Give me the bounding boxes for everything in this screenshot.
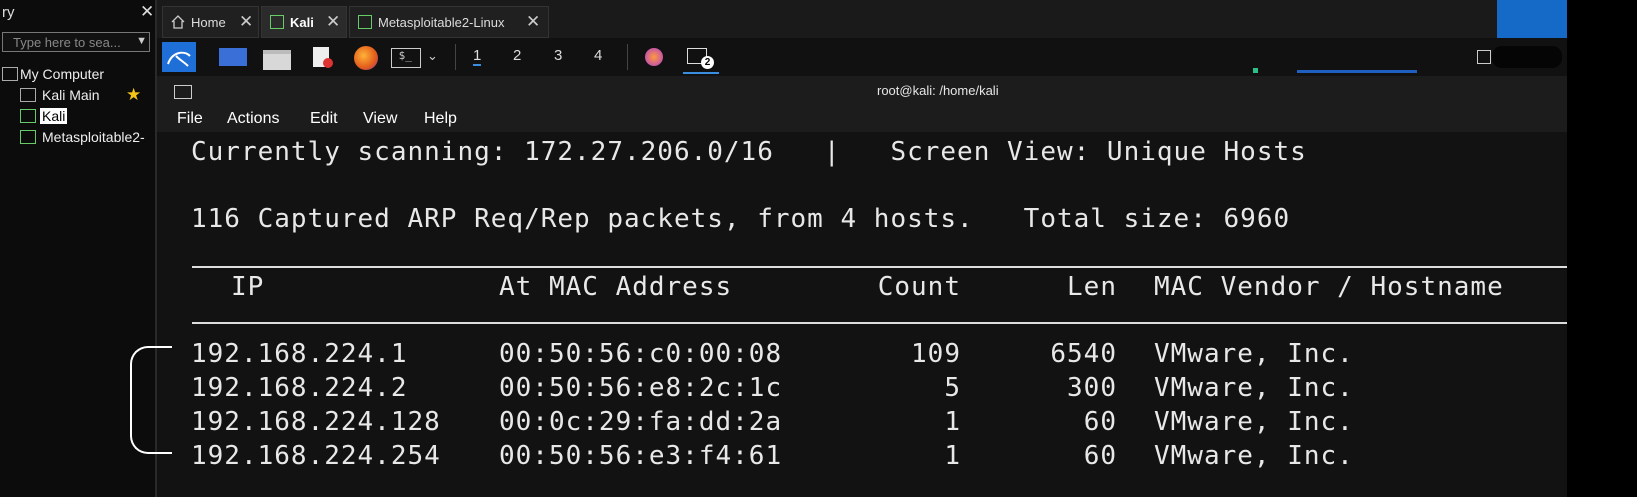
chevron-down-icon[interactable]: ▼ <box>136 35 147 47</box>
tree-item-metasploitable[interactable]: Metasploitable2- <box>0 127 155 148</box>
terminal-title: root@kali: /home/kali <box>877 83 999 98</box>
tree-item-label: Kali Main <box>42 87 100 103</box>
row-mac: 00:50:56:e3:f4:61 <box>499 441 783 471</box>
tab-kali[interactable]: Kali ✕ <box>261 6 347 38</box>
terminal-icon <box>174 85 192 99</box>
table-divider-top <box>192 266 1567 268</box>
tab-label: Home <box>191 15 226 30</box>
menu-edit[interactable]: Edit <box>310 110 338 128</box>
row-ip: 192.168.224.254 <box>191 441 441 471</box>
tree-item-my-computer[interactable]: My Computer <box>0 64 155 85</box>
library-tree: My Computer Kali Main ★ Kali Metasploita… <box>0 64 155 148</box>
row-ip: 192.168.224.1 <box>191 339 408 369</box>
library-search-input[interactable]: Type here to sea... ▼ <box>2 32 150 52</box>
workspace-2[interactable]: 2 <box>513 47 521 64</box>
terminal-icon[interactable]: $_ <box>389 42 423 72</box>
row-mac: 00:50:56:c0:00:08 <box>499 339 783 369</box>
menu-file[interactable]: File <box>177 110 203 128</box>
window-corner-accent <box>1497 0 1567 40</box>
tree-item-kali-main[interactable]: Kali Main ★ <box>0 85 155 106</box>
workspace-3[interactable]: 3 <box>554 47 562 64</box>
text-editor-icon[interactable] <box>307 42 337 72</box>
home-icon <box>171 15 185 29</box>
column-header-count: Count <box>877 272 961 302</box>
tab-label: Kali <box>290 15 314 30</box>
desktop-icon[interactable] <box>217 42 249 72</box>
tab-home[interactable]: Home ✕ <box>162 6 259 38</box>
vm-running-icon <box>20 130 36 144</box>
tree-item-kali[interactable]: Kali <box>0 106 155 127</box>
terminal-window: root@kali: /home/kali File Actions Edit … <box>157 76 1567 497</box>
column-header-mac: At MAC Address <box>499 272 733 302</box>
row-vendor: VMware, Inc. <box>1154 407 1354 437</box>
row-count: 1 <box>944 407 961 437</box>
scanning-status-line: Currently scanning: 172.27.206.0/16 | Sc… <box>191 137 1307 167</box>
table-divider-bottom <box>192 322 1567 324</box>
column-header-ip: IP <box>231 272 265 302</box>
monitor-icon[interactable] <box>1477 50 1491 64</box>
row-vendor: VMware, Inc. <box>1154 373 1354 403</box>
vm-running-icon <box>270 15 284 29</box>
workspace-4[interactable]: 4 <box>594 47 602 64</box>
captured-summary-line: 116 Captured ARP Req/Rep packets, from 4… <box>191 204 1291 234</box>
row-count: 1 <box>944 441 961 471</box>
tray-icons <box>1492 46 1562 68</box>
tree-item-label: Metasploitable2- <box>42 129 145 145</box>
annotation-bracket <box>130 346 172 454</box>
tab-label: Metasploitable2-Linux <box>378 15 505 30</box>
search-placeholder: Type here to sea... <box>13 35 121 50</box>
chevron-down-icon[interactable]: ⌄ <box>427 48 438 64</box>
terminal-titlebar: root@kali: /home/kali <box>157 76 1567 104</box>
star-icon[interactable]: ★ <box>126 85 141 105</box>
tree-item-label: Kali <box>40 108 68 124</box>
row-ip: 192.168.224.128 <box>191 407 441 437</box>
firefox-icon[interactable] <box>351 42 381 72</box>
vm-icon <box>20 88 36 102</box>
kali-taskbar: $_ ⌄ 1 2 3 4 2 <box>157 38 1567 76</box>
terminal-screen[interactable]: Currently scanning: 172.27.206.0/16 | Sc… <box>157 132 1567 497</box>
file-manager-icon[interactable] <box>261 42 293 72</box>
row-len: 60 <box>1083 407 1117 437</box>
row-mac: 00:0c:29:fa:dd:2a <box>499 407 783 437</box>
tree-item-label: My Computer <box>20 66 105 82</box>
divider <box>455 44 456 70</box>
row-vendor: VMware, Inc. <box>1154 339 1354 369</box>
vm-tab-bar: Home ✕ Kali ✕ Metasploitable2-Linux ✕ <box>157 0 1497 38</box>
row-count: 5 <box>944 373 961 403</box>
row-ip: 192.168.224.2 <box>191 373 408 403</box>
menu-view[interactable]: View <box>363 110 397 128</box>
network-graph-indicator <box>1297 70 1417 73</box>
vm-running-icon <box>20 109 36 123</box>
row-count: 109 <box>911 339 961 369</box>
column-header-vendor: MAC Vendor / Hostname <box>1154 272 1504 302</box>
divider <box>627 44 628 70</box>
row-vendor: VMware, Inc. <box>1154 441 1354 471</box>
close-icon[interactable]: ✕ <box>140 2 154 22</box>
firefox-window-icon[interactable] <box>639 42 669 72</box>
close-icon[interactable]: ✕ <box>526 12 540 32</box>
menu-help[interactable]: Help <box>424 110 457 128</box>
close-icon[interactable]: ✕ <box>239 12 253 32</box>
menu-actions[interactable]: Actions <box>227 110 279 128</box>
library-header: ry ✕ <box>0 0 155 30</box>
library-title: ry <box>2 4 15 21</box>
workspace-1[interactable]: 1 <box>473 47 482 66</box>
tab-metasploitable[interactable]: Metasploitable2-Linux ✕ <box>349 6 549 38</box>
column-header-len: Len <box>1067 272 1117 302</box>
computer-icon <box>2 67 18 81</box>
vm-running-icon <box>358 15 372 29</box>
window-count-badge: 2 <box>701 56 714 69</box>
kali-menu-icon[interactable] <box>162 42 196 72</box>
row-len: 6540 <box>1050 339 1117 369</box>
terminal-window-icon[interactable]: 2 <box>683 42 719 74</box>
row-mac: 00:50:56:e8:2c:1c <box>499 373 783 403</box>
cpu-graph-indicator <box>1253 68 1258 73</box>
row-len: 60 <box>1083 441 1117 471</box>
row-len: 300 <box>1067 373 1117 403</box>
close-icon[interactable]: ✕ <box>326 12 340 32</box>
